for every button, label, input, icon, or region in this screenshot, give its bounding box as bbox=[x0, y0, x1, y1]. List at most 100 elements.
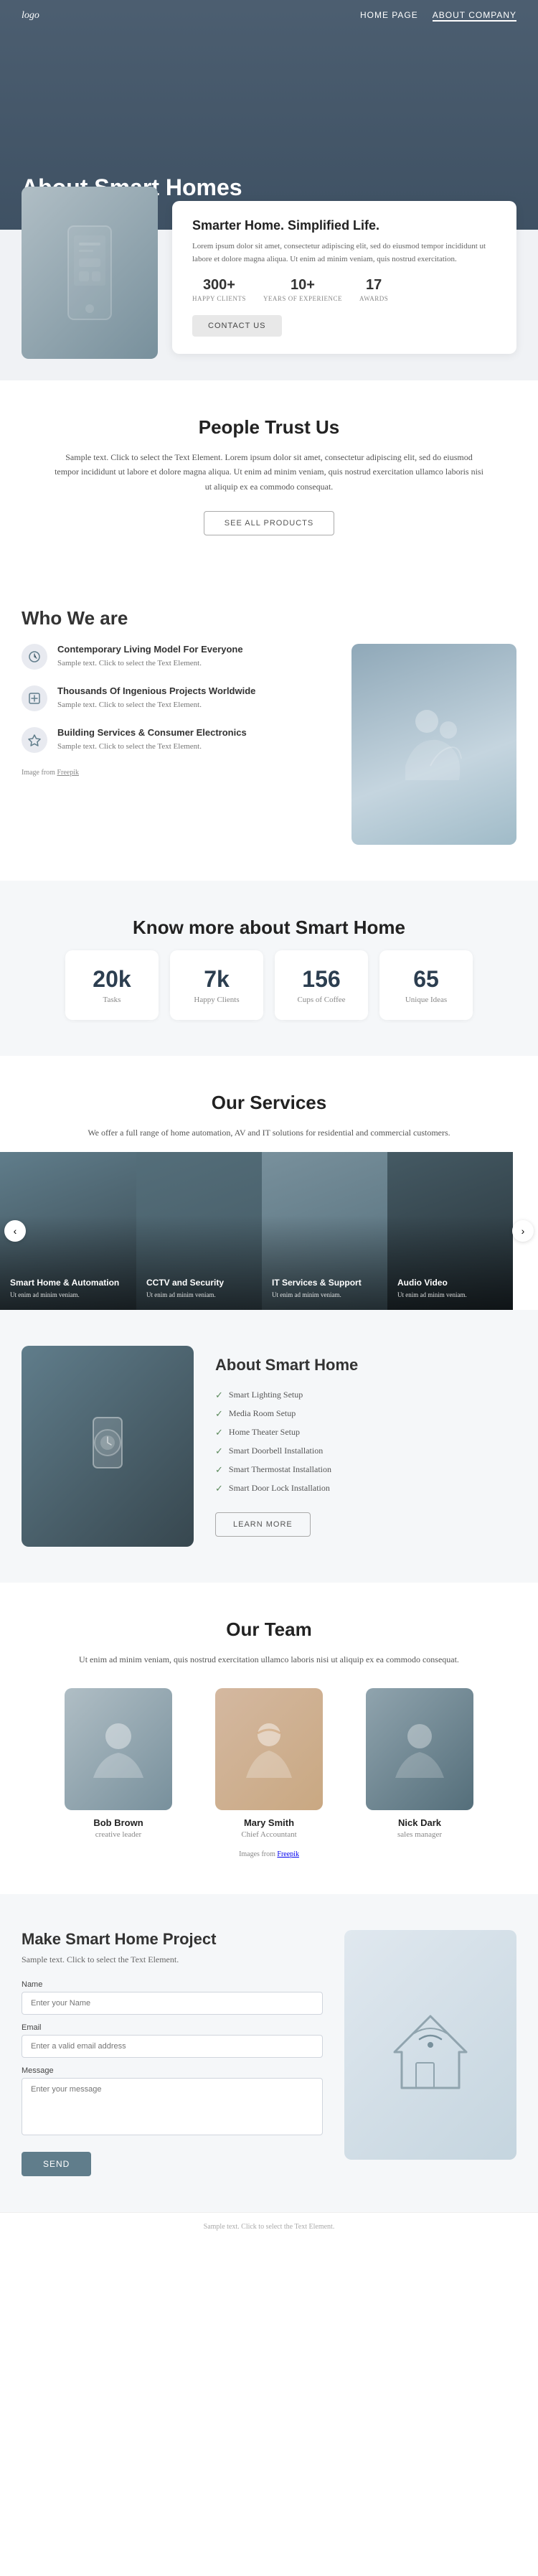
stat-tasks: 20k Tasks bbox=[65, 950, 159, 1020]
hero-card-description: Lorem ipsum dolor sit amet, consectetur … bbox=[192, 240, 496, 266]
our-team-text: Ut enim ad minim veniam, quis nostrud ex… bbox=[54, 1652, 484, 1667]
who-image bbox=[351, 644, 516, 845]
contact-grid: Make Smart Home Project Sample text. Cli… bbox=[22, 1930, 516, 2176]
stat-coffee: 156 Cups of Coffee bbox=[275, 950, 368, 1020]
list-item-5: ✓Smart Thermostat Installation bbox=[215, 1461, 516, 1479]
services-slider: Smart Home & Automation Ut enim ad minim… bbox=[0, 1152, 538, 1310]
service-card-2: CCTV and Security Ut enim ad minim venia… bbox=[136, 1152, 262, 1310]
learn-more-button[interactable]: LEARN MORE bbox=[215, 1512, 311, 1537]
who-grid: Contemporary Living Model For Everyone S… bbox=[22, 644, 516, 845]
team-name-mary: Mary Smith bbox=[201, 1817, 337, 1828]
stat-experience: 10+ YEARS OF EXPERIENCE bbox=[263, 277, 342, 302]
hero-stats: 300+ HAPPY CLIENTS 10+ YEARS OF EXPERIEN… bbox=[192, 277, 496, 302]
about-smart-section: About Smart Home ✓Smart Lighting Setup ✓… bbox=[0, 1310, 538, 1583]
team-freepik-link[interactable]: Freepik bbox=[277, 1850, 299, 1858]
about-smart-image bbox=[22, 1346, 194, 1547]
services-slider-wrap: ‹ Smart Home & Automation Ut enim ad min… bbox=[0, 1152, 538, 1310]
people-trust-title: People Trust Us bbox=[22, 416, 516, 439]
stat-happy-clients: 300+ HAPPY CLIENTS bbox=[192, 277, 246, 302]
who-item-2: Thousands Of Ingenious Projects Worldwid… bbox=[22, 685, 337, 711]
name-input[interactable] bbox=[22, 1992, 323, 2015]
who-image-inner bbox=[351, 644, 516, 845]
service-content-2: CCTV and Security Ut enim ad minim venia… bbox=[136, 1268, 262, 1310]
nav-about[interactable]: ABOUT COMPANY bbox=[433, 10, 516, 22]
footer-text: Sample text. Click to select the Text El… bbox=[204, 2223, 335, 2231]
team-member-nick: Nick Dark sales manager bbox=[351, 1688, 488, 1839]
check-icon-6: ✓ bbox=[215, 1483, 223, 1494]
list-item-4: ✓Smart Doorbell Installation bbox=[215, 1442, 516, 1461]
service-content-4: Audio Video Ut enim ad minim veniam. bbox=[387, 1268, 513, 1310]
footer: Sample text. Click to select the Text El… bbox=[0, 2212, 538, 2241]
contact-section: Make Smart Home Project Sample text. Cli… bbox=[0, 1894, 538, 2212]
form-group-email: Email bbox=[22, 2023, 323, 2058]
check-icon-4: ✓ bbox=[215, 1446, 223, 1457]
message-input[interactable] bbox=[22, 2078, 323, 2135]
slider-next-button[interactable]: › bbox=[512, 1220, 534, 1242]
team-photo-bob bbox=[65, 1688, 172, 1810]
know-more-stats: 20k Tasks 7k Happy Clients 156 Cups of C… bbox=[22, 950, 516, 1020]
who-icon-3 bbox=[22, 727, 47, 753]
contact-image-inner bbox=[344, 1930, 516, 2160]
hero-phone-image bbox=[22, 187, 158, 359]
our-services-header: Our Services We offer a full range of ho… bbox=[0, 1056, 538, 1151]
freepik-link[interactable]: Freepik bbox=[57, 769, 79, 777]
team-role-mary: Chief Accountant bbox=[201, 1830, 337, 1839]
know-more-title: Know more about Smart Home bbox=[22, 917, 516, 939]
slider-prev-button[interactable]: ‹ bbox=[4, 1220, 26, 1242]
service-card-4: Audio Video Ut enim ad minim veniam. bbox=[387, 1152, 513, 1310]
people-trust-section: People Trust Us Sample text. Click to se… bbox=[0, 380, 538, 571]
email-label: Email bbox=[22, 2023, 323, 2032]
hero-info-card: Smarter Home. Simplified Life. Lorem ips… bbox=[172, 201, 516, 354]
list-item-3: ✓Home Theater Setup bbox=[215, 1423, 516, 1442]
check-icon-3: ✓ bbox=[215, 1427, 223, 1438]
who-item-3-content: Building Services & Consumer Electronics… bbox=[57, 727, 247, 753]
check-icon-1: ✓ bbox=[215, 1390, 223, 1401]
contact-image bbox=[344, 1930, 516, 2160]
see-all-products-button[interactable]: SEE ALL PRODUCTS bbox=[204, 511, 334, 535]
our-team-section: Our Team Ut enim ad minim veniam, quis n… bbox=[0, 1583, 538, 1894]
send-button[interactable]: SEND bbox=[22, 2152, 91, 2176]
team-member-bob: Bob Brown creative leader bbox=[50, 1688, 187, 1839]
service-content-1: Smart Home & Automation Ut enim ad minim… bbox=[0, 1268, 136, 1310]
about-smart-grid: About Smart Home ✓Smart Lighting Setup ✓… bbox=[22, 1346, 516, 1547]
our-team-title: Our Team bbox=[22, 1619, 516, 1641]
team-role-nick: sales manager bbox=[351, 1830, 488, 1839]
check-icon-5: ✓ bbox=[215, 1464, 223, 1476]
who-we-are-section: Who We are Contemporary Living Model For… bbox=[0, 571, 538, 881]
form-group-message: Message bbox=[22, 2066, 323, 2139]
stat-awards: 17 AWARDS bbox=[359, 277, 388, 302]
email-input[interactable] bbox=[22, 2035, 323, 2058]
contact-button[interactable]: CONTACT US bbox=[192, 315, 282, 337]
team-freepik-note: Images from Freepik bbox=[22, 1850, 516, 1858]
check-icon-2: ✓ bbox=[215, 1408, 223, 1420]
contact-form-wrap: Make Smart Home Project Sample text. Cli… bbox=[22, 1930, 323, 2176]
who-item-3: Building Services & Consumer Electronics… bbox=[22, 727, 337, 753]
team-photo-nick bbox=[366, 1688, 473, 1810]
name-label: Name bbox=[22, 1980, 323, 1989]
team-name-bob: Bob Brown bbox=[50, 1817, 187, 1828]
team-member-mary: Mary Smith Chief Accountant bbox=[201, 1688, 337, 1839]
team-photo-mary bbox=[215, 1688, 323, 1810]
who-item-1-content: Contemporary Living Model For Everyone S… bbox=[57, 644, 243, 670]
contact-title: Make Smart Home Project bbox=[22, 1930, 323, 1949]
nav-logo: logo bbox=[22, 10, 39, 22]
form-group-name: Name bbox=[22, 1980, 323, 2015]
nav-home[interactable]: HOME PAGE bbox=[360, 10, 418, 22]
navigation: logo HOME PAGE ABOUT COMPANY bbox=[0, 0, 538, 32]
know-more-section: Know more about Smart Home 20k Tasks 7k … bbox=[0, 881, 538, 1056]
hero-card-tagline: Smarter Home. Simplified Life. bbox=[192, 218, 496, 233]
about-smart-content: About Smart Home ✓Smart Lighting Setup ✓… bbox=[215, 1356, 516, 1537]
team-grid: Bob Brown creative leader Mary Smith Chi… bbox=[22, 1688, 516, 1839]
who-icon-2 bbox=[22, 685, 47, 711]
message-label: Message bbox=[22, 2066, 323, 2075]
who-list: Contemporary Living Model For Everyone S… bbox=[22, 644, 337, 777]
hero-section: About Smart Homes Smarter Home. Simplifi… bbox=[0, 0, 538, 380]
our-services-text: We offer a full range of home automation… bbox=[54, 1125, 484, 1140]
freepik-note: Image from Freepik bbox=[22, 769, 337, 777]
team-role-bob: creative leader bbox=[50, 1830, 187, 1839]
contact-description: Sample text. Click to select the Text El… bbox=[22, 1953, 323, 1966]
who-we-are-title: Who We are bbox=[22, 607, 516, 629]
about-smart-title: About Smart Home bbox=[215, 1356, 516, 1374]
our-services-title: Our Services bbox=[22, 1092, 516, 1114]
list-item-6: ✓Smart Door Lock Installation bbox=[215, 1479, 516, 1498]
